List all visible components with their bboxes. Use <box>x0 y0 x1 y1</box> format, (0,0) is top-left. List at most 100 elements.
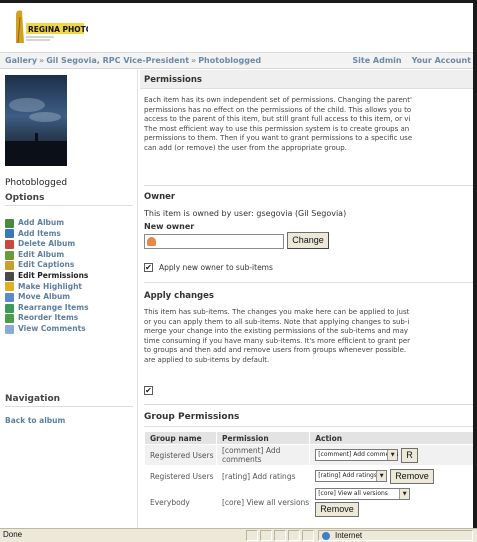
security-zone: Internet <box>318 530 473 541</box>
group-name-cell: Everybody <box>144 486 217 519</box>
reorder-items-icon <box>5 314 14 324</box>
description-line: can add (or remove) the user from the ap… <box>144 143 347 152</box>
chevron-down-icon: ▼ <box>399 489 410 499</box>
breadcrumb-gallery[interactable]: Gallery <box>5 56 37 65</box>
sidebar-option-label: Edit Album <box>18 249 65 259</box>
browser-status-bar: Done Internet <box>0 528 477 542</box>
permissions-description: Each item has its own independent set of… <box>144 96 473 154</box>
sidebar-option-label: Add Items <box>18 228 61 238</box>
make-highlight-icon <box>5 282 14 292</box>
main-content: Permissions Each item has its own indepe… <box>140 70 473 528</box>
column-header-group-name: Group name <box>144 431 217 445</box>
globe-icon <box>322 532 330 540</box>
sidebar-option-add-album[interactable]: Add Album <box>5 218 89 229</box>
table-header-row: Group name Permission Action <box>144 431 473 445</box>
apply-owner-sub-items-checkbox[interactable]: ✔ <box>144 263 153 272</box>
sidebar-option-label: Make Highlight <box>18 281 82 291</box>
status-pane <box>260 530 272 541</box>
page-title: Permissions <box>144 75 202 85</box>
edit-album-icon <box>5 250 14 260</box>
sidebar: Photoblogged Options Add Album Add Items D… <box>0 70 138 528</box>
view-comments-icon <box>5 324 14 334</box>
album-caption: Photoblogged <box>5 178 68 188</box>
group-name-cell: Registered Users <box>144 465 217 487</box>
status-text: Done <box>3 530 23 539</box>
delete-album-icon <box>5 239 14 249</box>
group-name-cell: Registered Users <box>144 444 217 466</box>
svg-text:REGINA PHOTO CLUB: REGINA PHOTO CLUB <box>28 25 88 34</box>
sidebar-option-label: Edit Permissions <box>18 270 89 280</box>
status-pane <box>288 530 300 541</box>
sidebar-option-delete-album[interactable]: Delete Album <box>5 239 89 250</box>
action-cell: [core] View all versions ▼ Remove <box>309 486 473 519</box>
action-cell: [comment] Add comments ▼ R <box>309 444 473 466</box>
options-list: Add Album Add Items Delete Album Edit Album… <box>5 218 89 335</box>
divider <box>5 205 133 206</box>
status-pane <box>302 530 314 541</box>
change-owner-button[interactable]: Change <box>287 232 329 249</box>
breadcrumb-separator: » <box>39 56 45 65</box>
remove-button[interactable]: Remove <box>315 502 359 517</box>
permission-select[interactable]: [rating] Add ratings ▼ <box>315 470 388 482</box>
header-links: Site Admin Your Account <box>342 53 473 68</box>
description-line: The most efficient way to use this permi… <box>144 124 410 133</box>
sidebar-option-edit-captions[interactable]: Edit Captions <box>5 260 89 271</box>
remove-button[interactable]: Remove <box>390 468 434 484</box>
sidebar-option-edit-album[interactable]: Edit Album <box>5 250 89 261</box>
user-icon <box>147 237 156 246</box>
window-right-border <box>473 0 477 528</box>
remove-button[interactable]: R <box>401 447 418 463</box>
sidebar-option-rearrange-items[interactable]: Rearrange Items <box>5 303 89 314</box>
apply-changes-heading: Apply changes <box>144 291 214 301</box>
site-logo[interactable]: REGINA PHOTO CLUB <box>14 7 88 47</box>
apply-changes-description: This item has sub-items. The changes you… <box>144 308 473 366</box>
sidebar-option-edit-permissions: Edit Permissions <box>5 271 89 282</box>
group-permissions-table: Group name Permission Action Registered … <box>144 431 473 519</box>
permission-select-value: [rating] Add ratings <box>318 472 377 479</box>
description-line: time consuming if you have many sub-item… <box>144 336 410 345</box>
your-account-link[interactable]: Your Account <box>412 56 471 65</box>
sidebar-option-move-album[interactable]: Move Album <box>5 292 89 303</box>
breadcrumb-separator: » <box>191 56 197 65</box>
edit-permissions-icon <box>5 271 14 281</box>
sidebar-option-add-items[interactable]: Add Items <box>5 229 89 240</box>
status-pane <box>246 530 258 541</box>
sidebar-option-make-highlight[interactable]: Make Highlight <box>5 282 89 293</box>
album-thumbnail[interactable] <box>5 75 67 166</box>
zone-label: Internet <box>335 531 363 540</box>
status-pane <box>274 530 286 541</box>
site-admin-link[interactable]: Site Admin <box>352 56 401 65</box>
sidebar-option-label: View Comments <box>18 323 86 333</box>
permission-select[interactable]: [comment] Add comments ▼ <box>315 449 398 461</box>
sidebar-option-reorder-items[interactable]: Reorder Items <box>5 313 89 324</box>
options-heading: Options <box>5 193 45 203</box>
divider <box>144 404 473 405</box>
sidebar-option-label: Rearrange Items <box>18 302 89 312</box>
permission-select[interactable]: [core] View all versions ▼ <box>315 488 411 500</box>
column-header-action: Action <box>309 431 473 445</box>
site-header: REGINA PHOTO CLUB <box>0 3 473 52</box>
description-line: to groups and then add and remove users … <box>144 346 407 355</box>
new-owner-input[interactable] <box>144 234 284 249</box>
table-row: Registered Users [comment] Add comments … <box>144 444 473 466</box>
description-line: permissions has no effect on the permiss… <box>144 105 412 114</box>
breadcrumb: Gallery» Gil Segovia, RPC Vice-President»… <box>0 52 473 69</box>
edit-captions-icon <box>5 261 14 271</box>
permission-cell: [core] View all versions <box>215 486 311 519</box>
add-items-icon <box>5 229 14 239</box>
move-album-icon <box>5 292 14 302</box>
column-header-permission: Permission <box>215 431 311 445</box>
sidebar-option-label: Move Album <box>18 292 71 302</box>
breadcrumb-photoblogged[interactable]: Photoblogged <box>198 56 261 65</box>
sidebar-option-view-comments[interactable]: View Comments <box>5 324 89 335</box>
description-line: permissions to them. Then if you want to… <box>144 134 413 143</box>
description-line: This item has sub-items. The changes you… <box>144 308 410 316</box>
description-line: access to the parent of this item, but s… <box>144 115 411 124</box>
permission-select-value: [core] View all versions <box>318 490 388 497</box>
back-to-album-link[interactable]: Back to album <box>5 416 65 425</box>
owned-by-text: This item is owned by user: gsegovia (Gi… <box>144 209 347 218</box>
chevron-down-icon: ▼ <box>376 471 387 481</box>
breadcrumb-album-gil-segovia[interactable]: Gil Segovia, RPC Vice-President <box>46 56 189 65</box>
apply-to-sub-items-checkbox[interactable]: ✔ <box>144 386 153 395</box>
action-cell: [rating] Add ratings ▼ Remove <box>309 465 473 487</box>
